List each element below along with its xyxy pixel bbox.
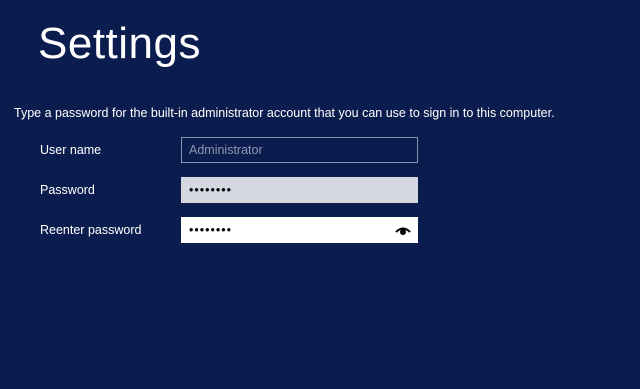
page-title: Settings: [38, 19, 201, 68]
username-placeholder: Administrator: [189, 143, 263, 157]
username-label: User name: [40, 143, 102, 157]
reenter-password-label: Reenter password: [40, 223, 142, 237]
reenter-password-field[interactable]: ••••••••: [181, 217, 418, 243]
eye-icon[interactable]: [395, 224, 411, 237]
username-field[interactable]: Administrator: [181, 137, 418, 163]
reenter-password-value: ••••••••: [189, 223, 233, 237]
username-row: User name Administrator: [0, 137, 640, 163]
password-row: Password ••••••••: [0, 177, 640, 203]
instruction-text: Type a password for the built-in adminis…: [14, 106, 555, 120]
password-field[interactable]: ••••••••: [181, 177, 418, 203]
password-label: Password: [40, 183, 95, 197]
reenter-password-row: Reenter password ••••••••: [0, 217, 640, 243]
settings-page: Settings Type a password for the built-i…: [0, 0, 640, 389]
password-value: ••••••••: [189, 183, 233, 197]
